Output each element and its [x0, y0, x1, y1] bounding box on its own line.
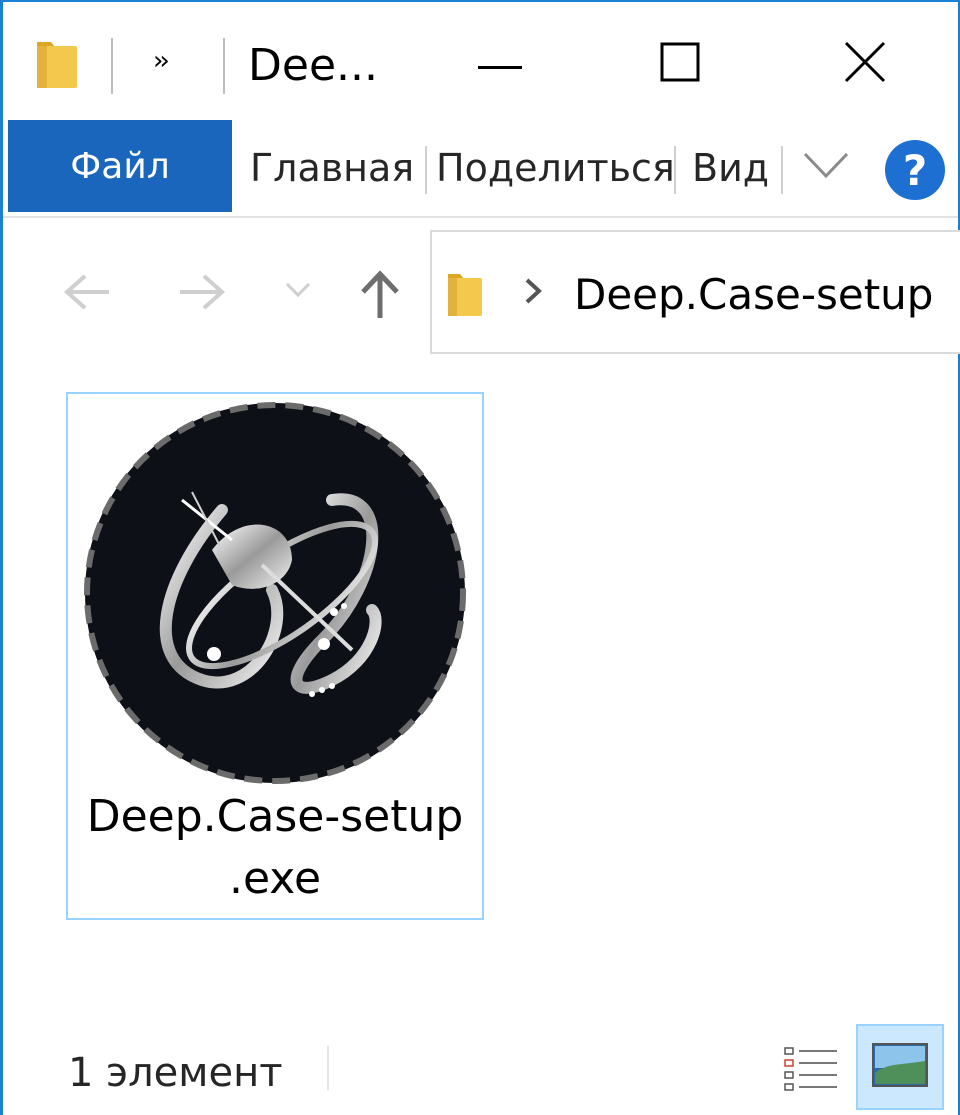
close-icon	[844, 41, 886, 87]
folder-icon	[446, 270, 486, 322]
app-logo-icon	[82, 400, 468, 786]
up-arrow-icon[interactable]	[359, 270, 401, 324]
file-name-line-2: .exe	[228, 853, 322, 904]
large-icons-view-icon	[872, 1043, 928, 1091]
tab-home[interactable]: Главная	[250, 146, 414, 190]
status-bar: 1 элемент	[3, 1024, 958, 1115]
recent-dropdown-icon[interactable]	[285, 282, 311, 302]
maximize-button[interactable]	[630, 24, 730, 104]
ribbon-separator	[425, 146, 427, 194]
back-arrow-icon[interactable]	[63, 272, 111, 316]
tab-view[interactable]: Вид	[692, 146, 769, 190]
breadcrumb-current-folder[interactable]: Deep.Case-setup	[574, 270, 933, 319]
address-bar[interactable]: Deep.Case-setup	[430, 230, 960, 354]
details-view-icon[interactable]	[781, 1044, 841, 1096]
ribbon-tabs: Файл Главная Поделиться Вид ?	[3, 120, 958, 218]
title-separator	[223, 38, 225, 94]
title-separator	[111, 38, 113, 94]
folder-icon[interactable]	[35, 38, 81, 94]
minimize-icon	[478, 55, 522, 74]
breadcrumb-chevron-icon[interactable]	[522, 276, 544, 310]
chevron-down-icon[interactable]	[803, 150, 849, 184]
close-button[interactable]	[815, 24, 915, 104]
minimize-button[interactable]	[450, 24, 550, 104]
large-icons-view-button[interactable]	[856, 1024, 944, 1110]
item-count: 1 элемент	[68, 1050, 283, 1096]
explorer-window: ›› Dee... Файл Главная Поделиться Вид ? …	[0, 0, 960, 1115]
navigation-bar: Deep.Case-setup	[3, 220, 960, 360]
ribbon-separator	[781, 146, 783, 194]
tab-file[interactable]: Файл	[8, 120, 232, 212]
title-bar[interactable]: ›› Dee...	[3, 2, 958, 120]
help-icon[interactable]: ?	[885, 140, 945, 200]
file-name: Deep.Case-setup .exe	[68, 786, 482, 910]
file-item[interactable]: Deep.Case-setup .exe	[66, 392, 484, 920]
ribbon-separator	[674, 146, 676, 194]
file-name-line-1: Deep.Case-setup	[86, 791, 464, 842]
quick-access-more-icon[interactable]: ››	[153, 46, 170, 76]
maximize-icon	[660, 42, 700, 86]
tab-share[interactable]: Поделиться	[436, 146, 675, 190]
forward-arrow-icon[interactable]	[178, 272, 226, 316]
window-title: Dee...	[248, 40, 378, 91]
status-separator	[327, 1046, 329, 1090]
